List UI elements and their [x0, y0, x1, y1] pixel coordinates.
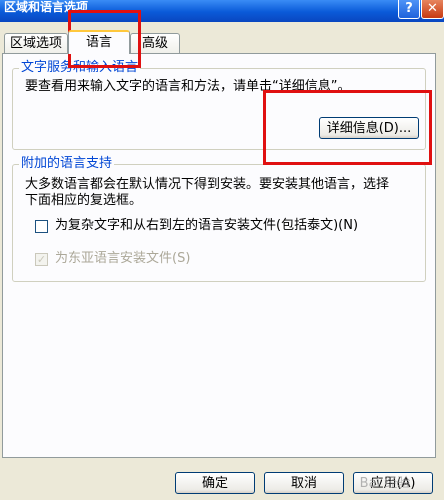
close-icon: ✕	[427, 1, 438, 16]
details-button[interactable]: 详细信息(D)...	[319, 117, 419, 139]
text-services-group: 文字服务和输入语言 要查看用来输入文字的语言和方法，请单击“详细信息”。 详细信…	[12, 60, 426, 150]
complex-script-checkbox[interactable]	[35, 220, 48, 233]
supplemental-description-line1: 大多数语言都会在默认情况下得到安装。要安装其他语言，选择	[25, 177, 390, 192]
text-services-description: 要查看用来输入文字的语言和方法，请单击“详细信息”。	[25, 79, 351, 94]
title-bar: 区域和语言选项 ? ✕	[0, 0, 444, 22]
tab-panel: 文字服务和输入语言 要查看用来输入文字的语言和方法，请单击“详细信息”。 详细信…	[2, 53, 436, 458]
supplemental-legend: 附加的语言支持	[19, 156, 115, 172]
supplemental-description-line2: 下面相应的复选框。	[25, 193, 143, 208]
supplemental-language-group: 附加的语言支持 大多数语言都会在默认情况下得到安装。要安装其他语言，选择 下面相…	[12, 156, 426, 282]
tab-region-options[interactable]: 区域选项	[4, 33, 68, 53]
help-button[interactable]: ?	[398, 0, 420, 19]
ok-button[interactable]: 确定	[175, 472, 255, 494]
close-button[interactable]: ✕	[421, 0, 444, 19]
tab-advanced[interactable]: 高级	[130, 33, 180, 53]
tab-languages[interactable]: 语言	[68, 30, 130, 54]
check-icon: ✓	[36, 253, 47, 266]
east-asian-label[interactable]: 为东亚语言安装文件(S)	[55, 251, 190, 267]
complex-script-label[interactable]: 为复杂文字和从右到左的语言安装文件(包括泰文)(N)	[55, 218, 358, 234]
text-services-legend: 文字服务和输入语言	[19, 60, 141, 76]
east-asian-checkbox[interactable]: ✓	[35, 253, 48, 266]
window-title: 区域和语言选项	[4, 0, 89, 14]
watermark-logo: Bai 经验	[359, 476, 411, 491]
help-icon: ?	[405, 1, 413, 16]
